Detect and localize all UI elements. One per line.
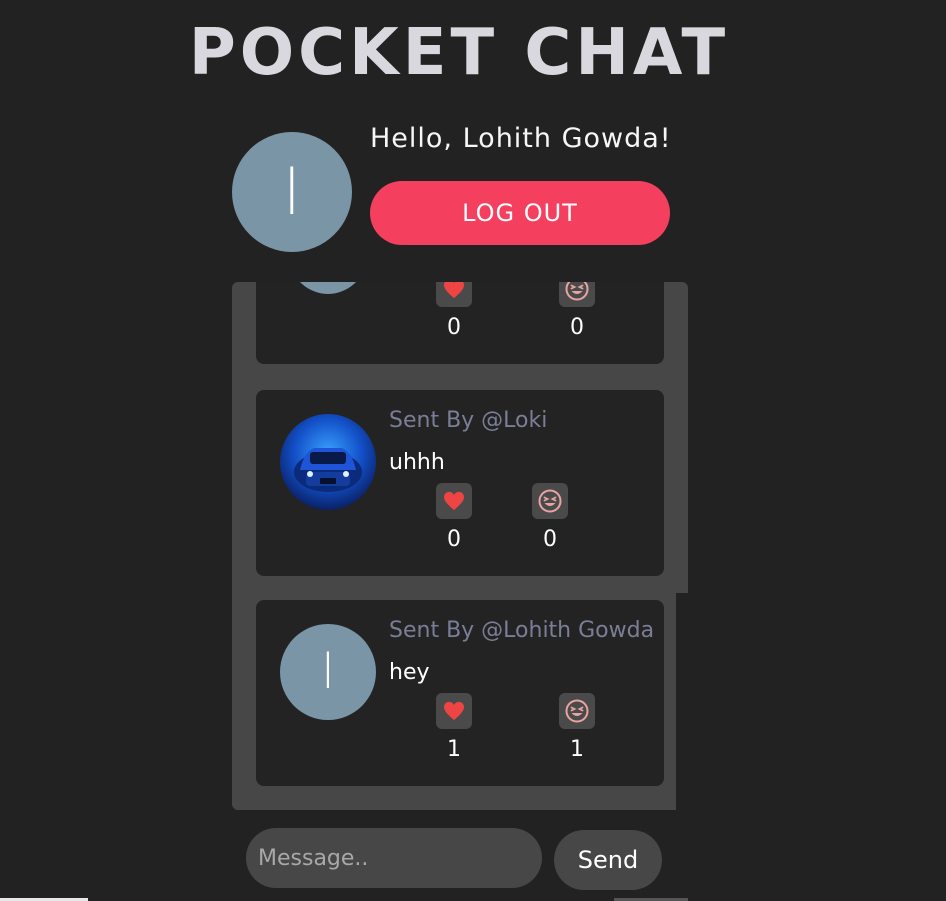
heart-icon[interactable] xyxy=(436,282,472,307)
message-avatar: l xyxy=(280,624,376,720)
laugh-count: 0 xyxy=(543,527,557,552)
message-text: uhhh xyxy=(389,450,445,475)
laughing-face-icon[interactable] xyxy=(559,693,595,729)
laughing-face-icon[interactable] xyxy=(559,282,595,307)
like-count: 1 xyxy=(447,737,461,762)
chat-messages-panel[interactable]: 0 0 Sent By @Loki uhhh 0 0 l Sent By @Lo… xyxy=(232,282,688,810)
like-reaction: 0 xyxy=(436,282,472,340)
message-card: 0 0 xyxy=(256,282,664,364)
laugh-count: 1 xyxy=(570,737,584,762)
greeting-text: Hello, Lohith Gowda! xyxy=(370,123,672,154)
laugh-reaction: 0 xyxy=(532,483,568,552)
message-input[interactable] xyxy=(246,828,542,888)
message-avatar xyxy=(286,282,370,294)
heart-icon[interactable] xyxy=(436,483,472,519)
send-button[interactable]: Send xyxy=(554,830,662,890)
message-avatar-car-photo xyxy=(280,414,376,510)
message-card: Sent By @Loki uhhh 0 0 xyxy=(256,390,664,576)
like-count: 0 xyxy=(447,527,461,552)
message-sender: Sent By @Lohith Gowda xyxy=(389,618,655,643)
laughing-face-icon[interactable] xyxy=(532,483,568,519)
laugh-reaction: 0 xyxy=(559,282,595,340)
like-count: 0 xyxy=(447,315,461,340)
message-card: l Sent By @Lohith Gowda hey 1 1 xyxy=(256,600,664,786)
message-sender: Sent By @Loki xyxy=(389,408,548,433)
message-text: hey xyxy=(389,660,430,685)
heart-icon[interactable] xyxy=(436,693,472,729)
laugh-reaction: 1 xyxy=(559,693,595,762)
like-reaction: 0 xyxy=(436,483,472,552)
app-title: POCKET CHAT xyxy=(188,16,730,90)
laugh-count: 0 xyxy=(570,315,584,340)
like-reaction: 1 xyxy=(436,693,472,762)
user-avatar: l xyxy=(232,132,352,252)
logout-button[interactable]: LOG OUT xyxy=(370,181,670,245)
